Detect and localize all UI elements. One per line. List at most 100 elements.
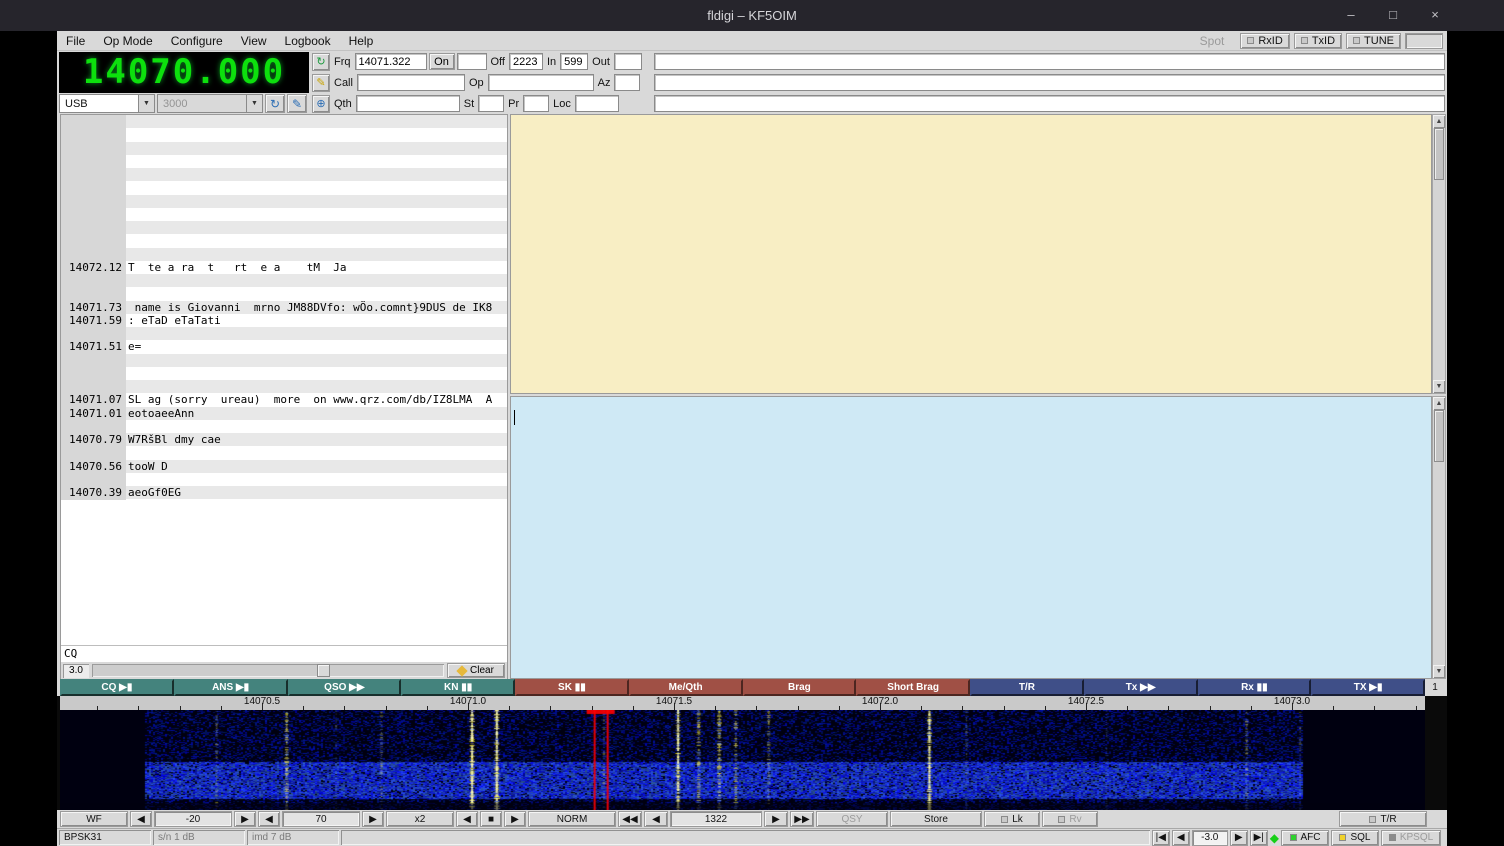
close-icon[interactable]: ×	[1428, 7, 1442, 22]
macro-button-tx[interactable]: Tx ▶▶	[1084, 679, 1198, 696]
macro-button-sk[interactable]: SK ▮▮	[515, 679, 629, 696]
menu-item-op-mode[interactable]: Op Mode	[94, 32, 161, 50]
lock-toggle[interactable]: Lk	[984, 811, 1040, 827]
macro-button-tx[interactable]: TX ▶▮	[1311, 679, 1425, 696]
waterfall-canvas[interactable]	[60, 710, 1425, 810]
kpsql-toggle[interactable]: KPSQL	[1381, 830, 1441, 846]
chevron-down-icon[interactable]: ▼	[246, 95, 262, 112]
reload-icon[interactable]: ↻	[265, 94, 285, 113]
menu-item-logbook[interactable]: Logbook	[276, 32, 340, 50]
edit-icon[interactable]: ✎	[287, 94, 307, 113]
freq-offset-value[interactable]: -3.0	[1192, 830, 1228, 846]
scroll-up-icon[interactable]: ▲	[1433, 115, 1445, 128]
rx-scrollbar[interactable]: ▲ ▼	[1432, 114, 1446, 394]
spot-button[interactable]: Spot	[1188, 34, 1237, 48]
slider-handle-icon[interactable]	[317, 664, 330, 677]
browser-row[interactable]: 14071.07SL ag (sorry ureau) more on www.…	[61, 393, 507, 406]
shift-right-button[interactable]: ▶	[504, 811, 526, 827]
az-input[interactable]	[614, 74, 640, 91]
browser-row[interactable]: 14070.79W7RšBl dmy cae	[61, 433, 507, 446]
rx-text-panel[interactable]	[510, 114, 1432, 394]
amp-up-button[interactable]: ▶	[362, 811, 384, 827]
browser-row[interactable]: 14072.12T te a ra t rt e a tM Ja	[61, 261, 507, 274]
carrier-left-button[interactable]: ◀	[644, 811, 668, 827]
macro-button-meqth[interactable]: Me/Qth	[629, 679, 743, 696]
rx-scroll-thumb[interactable]	[1434, 128, 1444, 180]
reverse-toggle[interactable]: Rv	[1042, 811, 1098, 827]
notes-input-2[interactable]	[654, 74, 1445, 91]
ref-down-button[interactable]: ◀	[130, 811, 152, 827]
macro-button-brag[interactable]: Brag	[743, 679, 857, 696]
carrier-right-button[interactable]: ▶	[764, 811, 788, 827]
macro-button-kn[interactable]: KN ▮▮	[401, 679, 515, 696]
op-input[interactable]	[488, 74, 594, 91]
time-on-input[interactable]	[457, 53, 487, 70]
st-input[interactable]	[478, 95, 504, 112]
carrier-left-fast-button[interactable]: ◀◀	[618, 811, 642, 827]
browser-row[interactable]: 14071.73 name is Giovanni mrno JM88DVfo:…	[61, 301, 507, 314]
on-button[interactable]: On	[429, 53, 455, 70]
carrier-right-fast-button[interactable]: ▶▶	[790, 811, 814, 827]
scroll-up-icon[interactable]: ▲	[1433, 397, 1445, 410]
mode-status[interactable]: BPSK31	[59, 830, 151, 845]
tune-button[interactable]: TUNE	[1346, 33, 1401, 49]
scroll-down-icon[interactable]: ▼	[1433, 380, 1445, 393]
loc-input[interactable]	[575, 95, 619, 112]
txid-button[interactable]: TxID	[1294, 33, 1342, 49]
call-input[interactable]	[357, 74, 465, 91]
wf-ruler[interactable]: 14070.514071.014071.514072.014072.514073…	[60, 696, 1425, 710]
clock-icon[interactable]: ↻	[312, 53, 330, 71]
tx-scroll-thumb[interactable]	[1434, 410, 1444, 462]
freq-step-right-icon[interactable]: ▶|	[1250, 830, 1268, 846]
tx-scrollbar[interactable]: ▲ ▼	[1432, 396, 1446, 679]
rst-in-input[interactable]	[560, 53, 588, 70]
menu-item-file[interactable]: File	[57, 32, 94, 50]
pr-input[interactable]	[523, 95, 549, 112]
notes-input-1[interactable]	[654, 53, 1445, 70]
wf-speed-button[interactable]: NORM	[528, 811, 616, 827]
browser-row[interactable]: 14071.01eotoaeeAnn	[61, 407, 507, 420]
zoom-button[interactable]: x2	[386, 811, 454, 827]
shift-left-button[interactable]: ◀	[456, 811, 478, 827]
browser-row[interactable]: 14071.51e=	[61, 340, 507, 353]
maximize-icon[interactable]: □	[1386, 7, 1400, 22]
qth-input[interactable]	[356, 95, 460, 112]
carrier-frequency-value[interactable]: 1322	[670, 811, 762, 827]
menu-item-help[interactable]: Help	[340, 32, 383, 50]
chevron-down-icon[interactable]: ▼	[138, 95, 154, 112]
scroll-down-icon[interactable]: ▼	[1433, 665, 1445, 678]
globe-icon[interactable]: ⊕	[312, 95, 330, 113]
minimize-icon[interactable]: –	[1344, 7, 1358, 22]
txrx-toggle[interactable]: T/R	[1339, 811, 1427, 827]
frq-input[interactable]	[355, 53, 427, 70]
macro-button-ans[interactable]: ANS ▶▮	[174, 679, 288, 696]
macro-button-rx[interactable]: Rx ▮▮	[1198, 679, 1312, 696]
notes-input-3[interactable]	[654, 95, 1445, 112]
amp-down-button[interactable]: ◀	[258, 811, 280, 827]
rxid-button[interactable]: RxID	[1240, 33, 1289, 49]
macro-button-cq[interactable]: CQ ▶▮	[60, 679, 174, 696]
time-off-input[interactable]	[509, 53, 543, 70]
browser-seek-line[interactable]: CQ	[61, 645, 507, 661]
ref-up-button[interactable]: ▶	[234, 811, 256, 827]
macro-button-short[interactable]: Short Brag	[856, 679, 970, 696]
sql-toggle[interactable]: SQL	[1331, 830, 1379, 846]
browser-clear-button[interactable]: Clear	[447, 663, 505, 678]
freq-left-icon[interactable]: ◀	[1172, 830, 1190, 846]
browser-row[interactable]: 14070.56tooW D	[61, 460, 507, 473]
frequency-display[interactable]: 14070.000	[59, 52, 309, 93]
macro-button-tr[interactable]: T/R	[970, 679, 1084, 696]
rst-out-input[interactable]	[614, 53, 642, 70]
macro-button-qso[interactable]: QSO ▶▶	[288, 679, 402, 696]
freq-step-left-icon[interactable]: |◀	[1152, 830, 1170, 846]
freq-right-icon[interactable]: ▶	[1230, 830, 1248, 846]
browser-row[interactable]: 14071.59: eTaD eTaTati	[61, 314, 507, 327]
rig-mode-select[interactable]: USB ▼	[59, 94, 155, 113]
afc-toggle[interactable]: AFC	[1281, 830, 1329, 846]
qsy-button[interactable]: QSY	[816, 811, 888, 827]
browser-row[interactable]: 14070.39aeoGf0EG	[61, 486, 507, 499]
squelch-slider[interactable]	[92, 664, 444, 677]
menu-item-configure[interactable]: Configure	[162, 32, 232, 50]
tag-icon[interactable]: ✎	[312, 74, 330, 92]
store-button[interactable]: Store	[890, 811, 982, 827]
